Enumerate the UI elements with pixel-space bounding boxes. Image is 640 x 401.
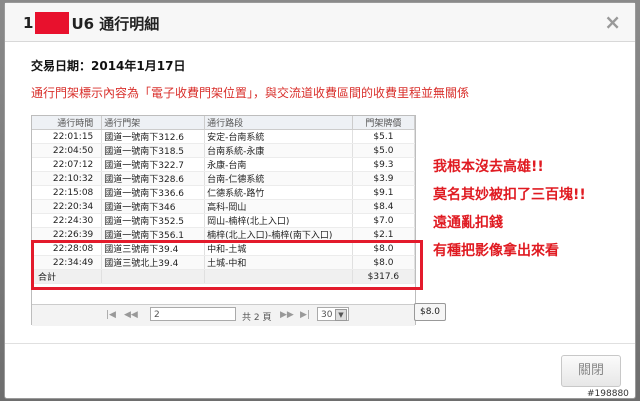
cell-gantry: 國道一號南下322.7 [101, 157, 206, 172]
annotation-line: 有種把影像拿出來看 [433, 243, 559, 259]
trip-detail-dialog: 1 U6 通行明細 × 交易日期：2014年1月17日 通行門架標示內容為「電子… [4, 2, 636, 399]
page-size-select[interactable]: 30 ▼ [317, 307, 349, 321]
toll-grid: 通行時間 通行門架 通行路段 門架牌價 22:01:15 國道一號南下312.6 安… [31, 115, 416, 326]
col-header-gantry[interactable]: 通行門架 [101, 116, 206, 130]
cell-gantry: 國道一號南下328.6 [101, 171, 206, 186]
price-tooltip-chip: $8.0 [414, 303, 446, 321]
cell-time: 22:10:32 [32, 171, 103, 186]
table-row[interactable]: 22:15:08 國道一號南下336.6 仁德系統-路竹 $9.1 [32, 185, 416, 200]
table-row[interactable]: 22:04:50 國道一號南下318.5 台南系統-永康 $5.0 [32, 143, 416, 158]
cell-gantry: 國道一號南下312.6 [101, 129, 206, 144]
cell-price: $9.3 [352, 157, 416, 172]
col-header-price[interactable]: 門架牌價 [352, 116, 416, 130]
prev-page-icon[interactable]: ◀◀ [124, 310, 138, 320]
title-suffix: U6 通行明細 [71, 14, 160, 33]
cell-time: 22:01:15 [32, 129, 103, 144]
cell-gantry: 國道一號南下346 [101, 199, 206, 214]
page-size-value: 30 [321, 310, 333, 320]
cell-gantry: 國道一號南下352.5 [101, 213, 206, 228]
pager: |◀ ◀◀ 2 共 2 頁 ▶▶ ▶| 30 ▼ [32, 304, 415, 326]
cell-price: $5.0 [352, 143, 416, 158]
annotation-line: 我根本沒去高雄!! [433, 159, 544, 175]
cell-price: $9.1 [352, 185, 416, 200]
dialog-title: 1 U6 通行明細 [23, 12, 159, 34]
table-header-row: 通行時間 通行門架 通行路段 門架牌價 [32, 116, 416, 130]
cell-route: 仁德系統-路竹 [204, 185, 353, 200]
cell-time: 22:07:12 [32, 157, 103, 172]
cell-gantry: 國道一號南下336.6 [101, 185, 206, 200]
dialog-header: 1 U6 通行明細 × [5, 3, 635, 42]
cell-route: 岡山-楠梓(北上入口) [204, 213, 353, 228]
col-header-time[interactable]: 通行時間 [32, 116, 103, 130]
first-page-icon[interactable]: |◀ [106, 310, 116, 320]
cell-time: 22:15:08 [32, 185, 103, 200]
highlight-box [31, 240, 423, 290]
close-icon[interactable]: × [604, 10, 621, 34]
next-page-icon[interactable]: ▶▶ [280, 310, 294, 320]
page-count-text: 共 2 頁 [242, 313, 272, 323]
col-header-route[interactable]: 通行路段 [204, 116, 353, 130]
cell-time: 22:24:30 [32, 213, 103, 228]
cell-route: 安定-台南系統 [204, 129, 353, 144]
watermark: #198880 [587, 389, 629, 399]
cell-price: $8.4 [352, 199, 416, 214]
last-page-icon[interactable]: ▶| [300, 310, 310, 320]
chevron-down-icon: ▼ [335, 309, 347, 321]
cell-time: 22:20:34 [32, 199, 103, 214]
cell-price: $3.9 [352, 171, 416, 186]
cell-time: 22:04:50 [32, 143, 103, 158]
footer-divider [5, 343, 635, 344]
cell-price: $7.0 [352, 213, 416, 228]
redaction-block [35, 12, 70, 34]
cell-gantry: 國道一號南下318.5 [101, 143, 206, 158]
cell-price: $5.1 [352, 129, 416, 144]
annotation-line: 莫名其妙被扣了三百塊!! [433, 187, 586, 203]
table-row[interactable]: 22:20:34 國道一號南下346 高科-岡山 $8.4 [32, 199, 416, 214]
table-row[interactable]: 22:07:12 國道一號南下322.7 永康-台南 $9.3 [32, 157, 416, 172]
page-input[interactable]: 2 [150, 307, 236, 321]
table-row[interactable]: 22:01:15 國道一號南下312.6 安定-台南系統 $5.1 [32, 129, 416, 144]
title-prefix: 1 [23, 14, 34, 32]
cell-route: 台南-仁德系統 [204, 171, 353, 186]
gantry-notice: 通行門架標示內容為「電子收費門架位置」，與交流道收費區間的收費里程並無關係 [31, 86, 470, 100]
annotation-line: 遠通亂扣錢 [433, 215, 503, 231]
cell-route: 高科-岡山 [204, 199, 353, 214]
table-row[interactable]: 22:10:32 國道一號南下328.6 台南-仁德系統 $3.9 [32, 171, 416, 186]
close-button[interactable]: 關閉 [561, 355, 621, 387]
transaction-date: 交易日期：2014年1月17日 [31, 59, 186, 73]
cell-route: 台南系統-永康 [204, 143, 353, 158]
table-row[interactable]: 22:24:30 國道一號南下352.5 岡山-楠梓(北上入口) $7.0 [32, 213, 416, 228]
cell-route: 永康-台南 [204, 157, 353, 172]
